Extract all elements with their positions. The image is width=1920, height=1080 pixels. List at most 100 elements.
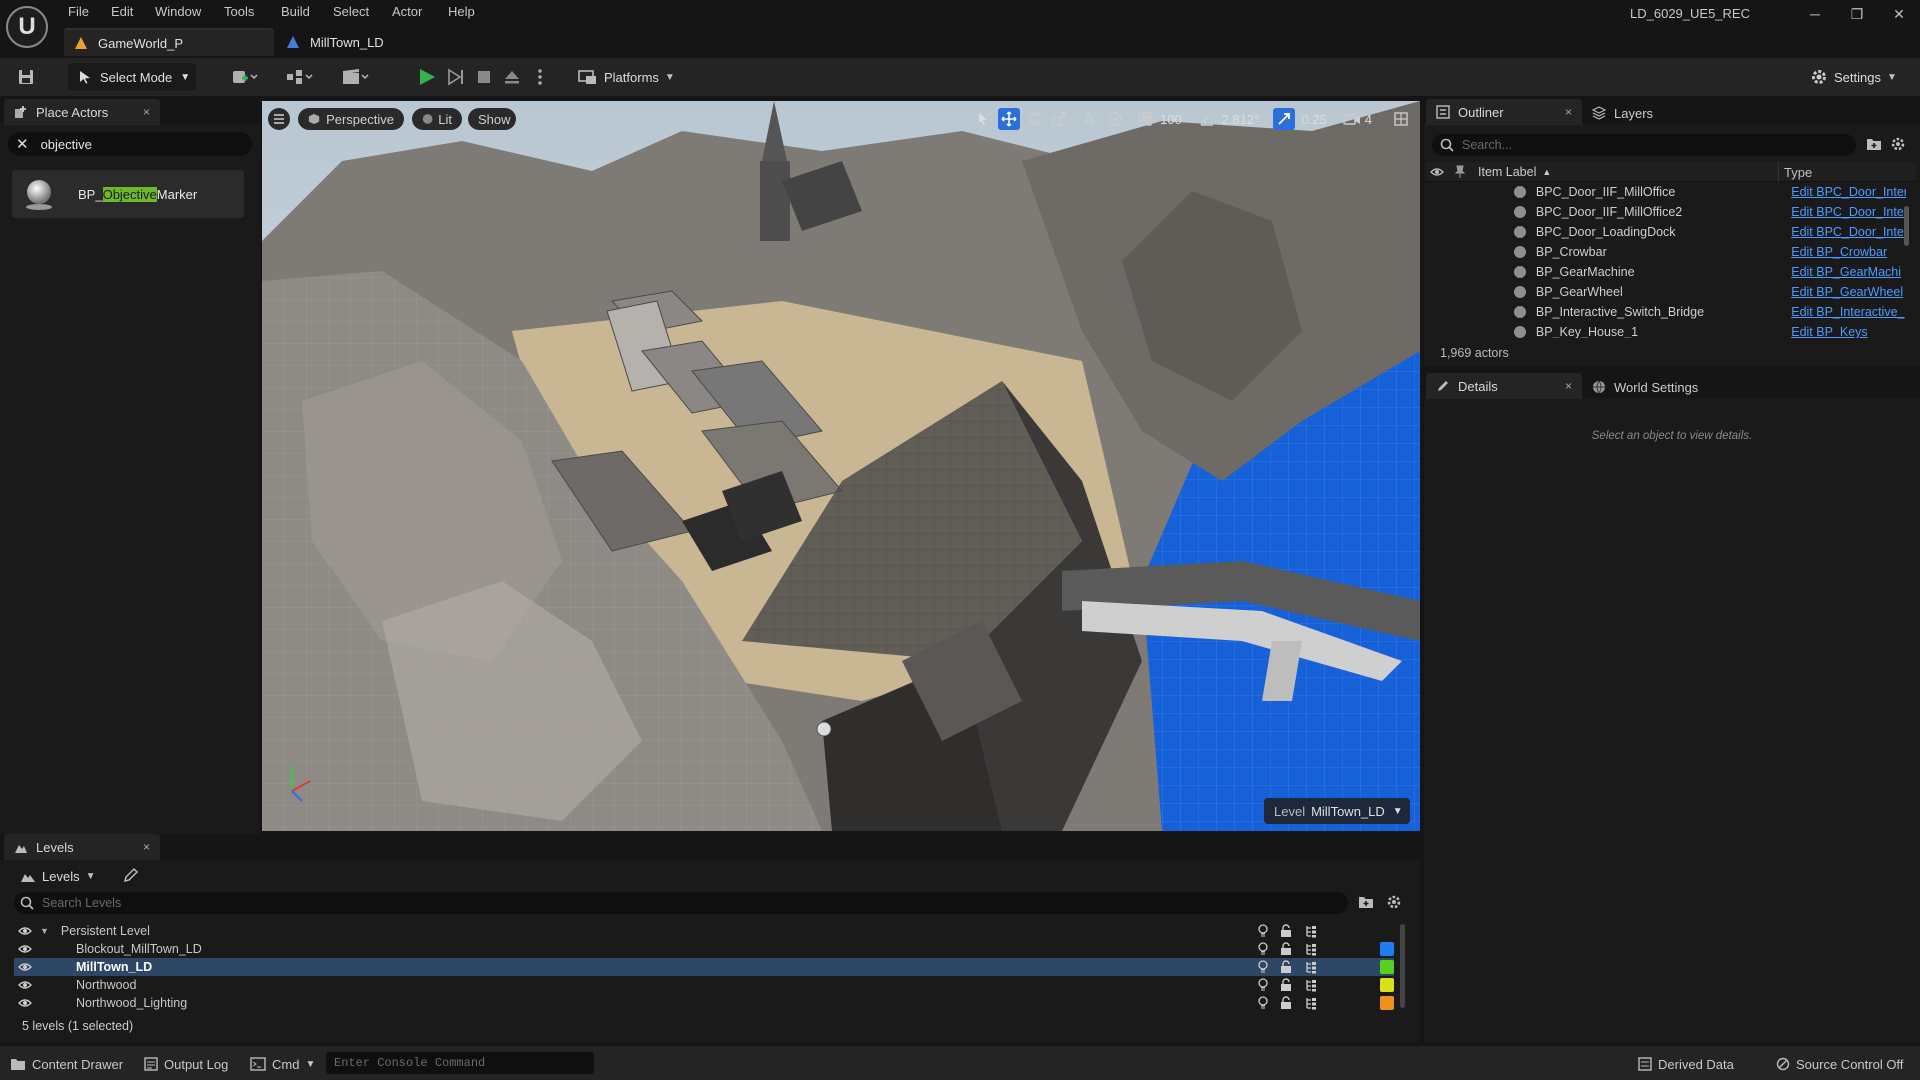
- hierarchy-icon[interactable]: [1304, 942, 1318, 956]
- eject-icon[interactable]: [500, 64, 524, 90]
- gear-icon[interactable]: [1890, 136, 1908, 154]
- select-mode-dropdown[interactable]: Select Mode ▼: [68, 63, 196, 91]
- level-row[interactable]: MillTown_LD: [14, 958, 1394, 976]
- content-drawer-button[interactable]: Content Drawer: [10, 1054, 123, 1074]
- tab-outliner[interactable]: Outliner ×: [1426, 99, 1582, 125]
- level-row[interactable]: Blockout_MillTown_LD: [14, 940, 1394, 958]
- level-row[interactable]: Northwood_Lighting: [14, 994, 1394, 1010]
- visibility-icon[interactable]: [18, 997, 32, 1009]
- actor-type-link[interactable]: Edit BPC_Door_Inter: [1791, 205, 1906, 219]
- table-row[interactable]: BP_Interactive_Switch_Bridge Edit BP_Inte…: [1426, 302, 1906, 322]
- save-icon[interactable]: [12, 64, 40, 90]
- level-viewport[interactable]: [262, 101, 1420, 831]
- visibility-icon[interactable]: [18, 943, 32, 955]
- actor-type-link[interactable]: Edit BP_GearWheel: [1791, 285, 1906, 299]
- viewport-layout-icon[interactable]: [1390, 108, 1412, 130]
- lock-icon[interactable]: [1280, 996, 1292, 1010]
- table-row[interactable]: BPC_Door_LoadingDock Edit BPC_Door_Inter: [1426, 222, 1906, 242]
- grid-snap-icon[interactable]: [1134, 108, 1156, 130]
- table-row[interactable]: BPC_Door_IIF_MillOffice2 Edit BPC_Door_In…: [1426, 202, 1906, 222]
- level-color-swatch[interactable]: [1380, 996, 1394, 1010]
- menu-tools[interactable]: Tools: [224, 4, 254, 22]
- lit-dropdown[interactable]: Lit: [412, 108, 462, 130]
- actor-type-link[interactable]: Edit BP_Keys: [1791, 325, 1906, 338]
- lock-icon[interactable]: [1280, 942, 1292, 956]
- tab-milltown[interactable]: MillTown_LD: [278, 28, 428, 56]
- column-item-label[interactable]: Item Label ▲: [1478, 163, 1551, 181]
- table-row[interactable]: BP_GearMachine Edit BP_GearMachi: [1426, 262, 1906, 282]
- menu-file[interactable]: File: [68, 4, 89, 22]
- rotation-snap-icon[interactable]: [1196, 108, 1218, 130]
- lock-icon[interactable]: [1280, 924, 1292, 938]
- tab-levels[interactable]: Levels ×: [4, 834, 160, 860]
- actor-type-link[interactable]: Edit BP_GearMachi: [1791, 265, 1906, 279]
- close-icon[interactable]: ×: [1565, 379, 1572, 393]
- advance-frame-icon[interactable]: [444, 64, 468, 90]
- place-actors-search[interactable]: ✕ objective: [8, 132, 252, 156]
- actor-type-link[interactable]: Edit BP_Interactive_: [1791, 305, 1906, 319]
- source-control-button[interactable]: Source Control Off: [1776, 1054, 1903, 1074]
- scale-tool-icon[interactable]: [1048, 108, 1070, 130]
- translate-tool-icon[interactable]: [998, 108, 1020, 130]
- select-tool-icon[interactable]: [972, 108, 994, 130]
- table-row[interactable]: BPC_Door_IIF_MillOffice Edit BPC_Door_Int…: [1426, 182, 1906, 202]
- hierarchy-icon[interactable]: [1304, 978, 1318, 992]
- close-window-button[interactable]: ✕: [1884, 6, 1914, 26]
- world-local-icon[interactable]: [1104, 108, 1126, 130]
- more-options-icon[interactable]: [528, 64, 552, 90]
- close-icon[interactable]: ×: [143, 840, 150, 854]
- platforms-dropdown[interactable]: Platforms ▼: [578, 64, 678, 90]
- stop-icon[interactable]: [472, 64, 496, 90]
- rotation-snap-value[interactable]: 2.812°: [1222, 112, 1260, 127]
- edit-level-icon[interactable]: [122, 866, 142, 886]
- lighting-icon[interactable]: [1258, 960, 1268, 974]
- table-row[interactable]: BP_Crowbar Edit BP_Crowbar: [1426, 242, 1906, 262]
- clear-search-icon[interactable]: ✕: [16, 135, 29, 153]
- tab-place-actors[interactable]: Place Actors ×: [4, 99, 160, 125]
- cmd-dropdown[interactable]: Cmd ▼: [250, 1054, 315, 1074]
- menu-select[interactable]: Select: [333, 4, 369, 22]
- level-row[interactable]: Northwood: [14, 976, 1394, 994]
- menu-window[interactable]: Window: [155, 4, 201, 22]
- camera-speed-value[interactable]: 4: [1365, 112, 1372, 127]
- visibility-icon[interactable]: [18, 925, 32, 937]
- level-color-swatch[interactable]: [1380, 942, 1394, 956]
- lighting-icon[interactable]: [1258, 942, 1268, 956]
- visibility-icon[interactable]: [18, 979, 32, 991]
- hierarchy-icon[interactable]: [1304, 924, 1318, 938]
- menu-actor[interactable]: Actor: [392, 4, 422, 22]
- lighting-icon[interactable]: [1258, 924, 1268, 938]
- level-color-swatch[interactable]: [1380, 960, 1394, 974]
- minimize-button[interactable]: ─: [1800, 6, 1830, 26]
- tab-layers[interactable]: Layers: [1592, 103, 1653, 123]
- perspective-dropdown[interactable]: Perspective: [298, 108, 404, 130]
- outliner-search[interactable]: Search...: [1432, 134, 1856, 156]
- grid-snap-value[interactable]: 100: [1160, 112, 1182, 127]
- actor-type-link[interactable]: Edit BPC_Door_Inter: [1791, 225, 1906, 239]
- levels-dropdown[interactable]: Levels ▼: [20, 866, 95, 886]
- close-icon[interactable]: ×: [1565, 105, 1572, 119]
- close-icon[interactable]: ×: [143, 105, 150, 119]
- lighting-icon[interactable]: [1258, 978, 1268, 992]
- level-row[interactable]: ▼ Persistent Level: [14, 922, 1394, 940]
- gear-icon[interactable]: [1386, 894, 1404, 912]
- visibility-icon[interactable]: [18, 961, 32, 973]
- hierarchy-icon[interactable]: [1304, 960, 1318, 974]
- add-folder-icon[interactable]: [1866, 136, 1884, 154]
- lock-icon[interactable]: [1280, 960, 1292, 974]
- tab-gameworld[interactable]: GameWorld_P: [64, 28, 274, 56]
- outliner-scrollbar[interactable]: [1904, 206, 1909, 246]
- current-level-indicator[interactable]: Level MillTown_LD ▼: [1264, 798, 1410, 824]
- actor-type-link[interactable]: Edit BPC_Door_Inter: [1791, 185, 1906, 199]
- hierarchy-icon[interactable]: [1304, 996, 1318, 1010]
- scale-snap-icon[interactable]: [1273, 108, 1296, 130]
- actor-result-item[interactable]: BP_ObjectiveMarker: [12, 170, 244, 218]
- levels-scrollbar[interactable]: [1400, 924, 1405, 1008]
- actor-type-link[interactable]: Edit BP_Crowbar: [1791, 245, 1906, 259]
- menu-edit[interactable]: Edit: [111, 4, 133, 22]
- levels-search[interactable]: Search Levels: [14, 892, 1348, 914]
- tab-world-settings[interactable]: World Settings: [1592, 377, 1698, 397]
- output-log-button[interactable]: Output Log: [144, 1054, 228, 1074]
- play-icon[interactable]: [414, 64, 440, 90]
- expand-arrow-icon[interactable]: ▼: [40, 926, 49, 936]
